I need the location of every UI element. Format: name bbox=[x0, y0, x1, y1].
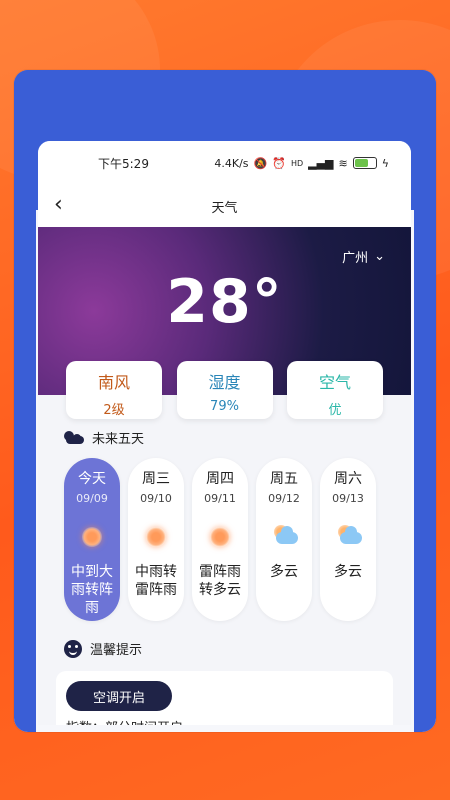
nav-bar: ‹ 天气 bbox=[38, 185, 411, 227]
forecast-day-today[interactable]: 今天 09/09 中到大雨转阵雨 bbox=[64, 458, 120, 621]
charging-icon: ϟ bbox=[381, 156, 389, 170]
forecast-day-wed[interactable]: 周三 09/10 中雨转雷阵雨 bbox=[128, 458, 184, 621]
mute-icon: 🔕 bbox=[253, 156, 268, 170]
signal-icon: ▂▄▆ bbox=[308, 156, 334, 170]
hd-signal-icon: HD bbox=[290, 158, 304, 168]
stat-humidity: 湿度 79% bbox=[176, 361, 273, 419]
current-temperature: 28° bbox=[166, 267, 283, 337]
forecast-list: 今天 09/09 中到大雨转阵雨 周三 09/10 中雨转雷阵雨 周四 09/1… bbox=[64, 458, 394, 621]
sun-icon bbox=[210, 527, 230, 547]
smile-icon bbox=[64, 639, 82, 658]
chevron-down-icon: ⌄ bbox=[374, 249, 385, 264]
forecast-day-fri[interactable]: 周五 09/12 多云 bbox=[256, 458, 312, 621]
city-selector[interactable]: 广州 ⌄ bbox=[342, 247, 385, 266]
tip-text: 指数：部分时间开启 bbox=[66, 717, 183, 725]
partly-cloudy-icon bbox=[334, 525, 362, 547]
alarm-icon: ⏰ bbox=[272, 156, 286, 170]
phone-screen: 下午5:29 4.4K/s 🔕 ⏰ HD ▂▄▆ ≋ ϟ ‹ 天气 广州 ⌄ 2… bbox=[38, 141, 411, 725]
partly-cloudy-icon bbox=[270, 525, 298, 547]
forecast-title: 未来五天 bbox=[64, 428, 144, 447]
page-title: 天气 bbox=[211, 200, 238, 216]
battery-icon bbox=[352, 157, 377, 169]
ac-badge[interactable]: 空调开启 bbox=[66, 681, 172, 711]
back-icon[interactable]: ‹ bbox=[54, 194, 63, 216]
tips-title: 温馨提示 bbox=[64, 639, 142, 658]
sun-icon bbox=[82, 527, 102, 547]
tip-card: 空调开启 指数：部分时间开启 bbox=[56, 671, 393, 725]
forecast-day-sat[interactable]: 周六 09/13 多云 bbox=[320, 458, 376, 621]
wifi-icon: ≋ bbox=[338, 156, 348, 170]
city-name: 广州 bbox=[342, 251, 369, 266]
cloud-icon bbox=[64, 430, 86, 445]
status-bar: 下午5:29 4.4K/s 🔕 ⏰ HD ▂▄▆ ≋ ϟ bbox=[38, 141, 411, 185]
stat-wind: 南风 2级 bbox=[66, 361, 162, 419]
forecast-day-thu[interactable]: 周四 09/11 雷阵雨转多云 bbox=[192, 458, 248, 621]
status-time: 下午5:29 bbox=[98, 156, 149, 171]
network-speed: 4.4K/s bbox=[214, 156, 249, 170]
stats-row: 南风 2级 湿度 79% 空气 优 bbox=[38, 361, 411, 421]
sun-icon bbox=[146, 527, 166, 547]
stat-air: 空气 优 bbox=[287, 361, 383, 419]
